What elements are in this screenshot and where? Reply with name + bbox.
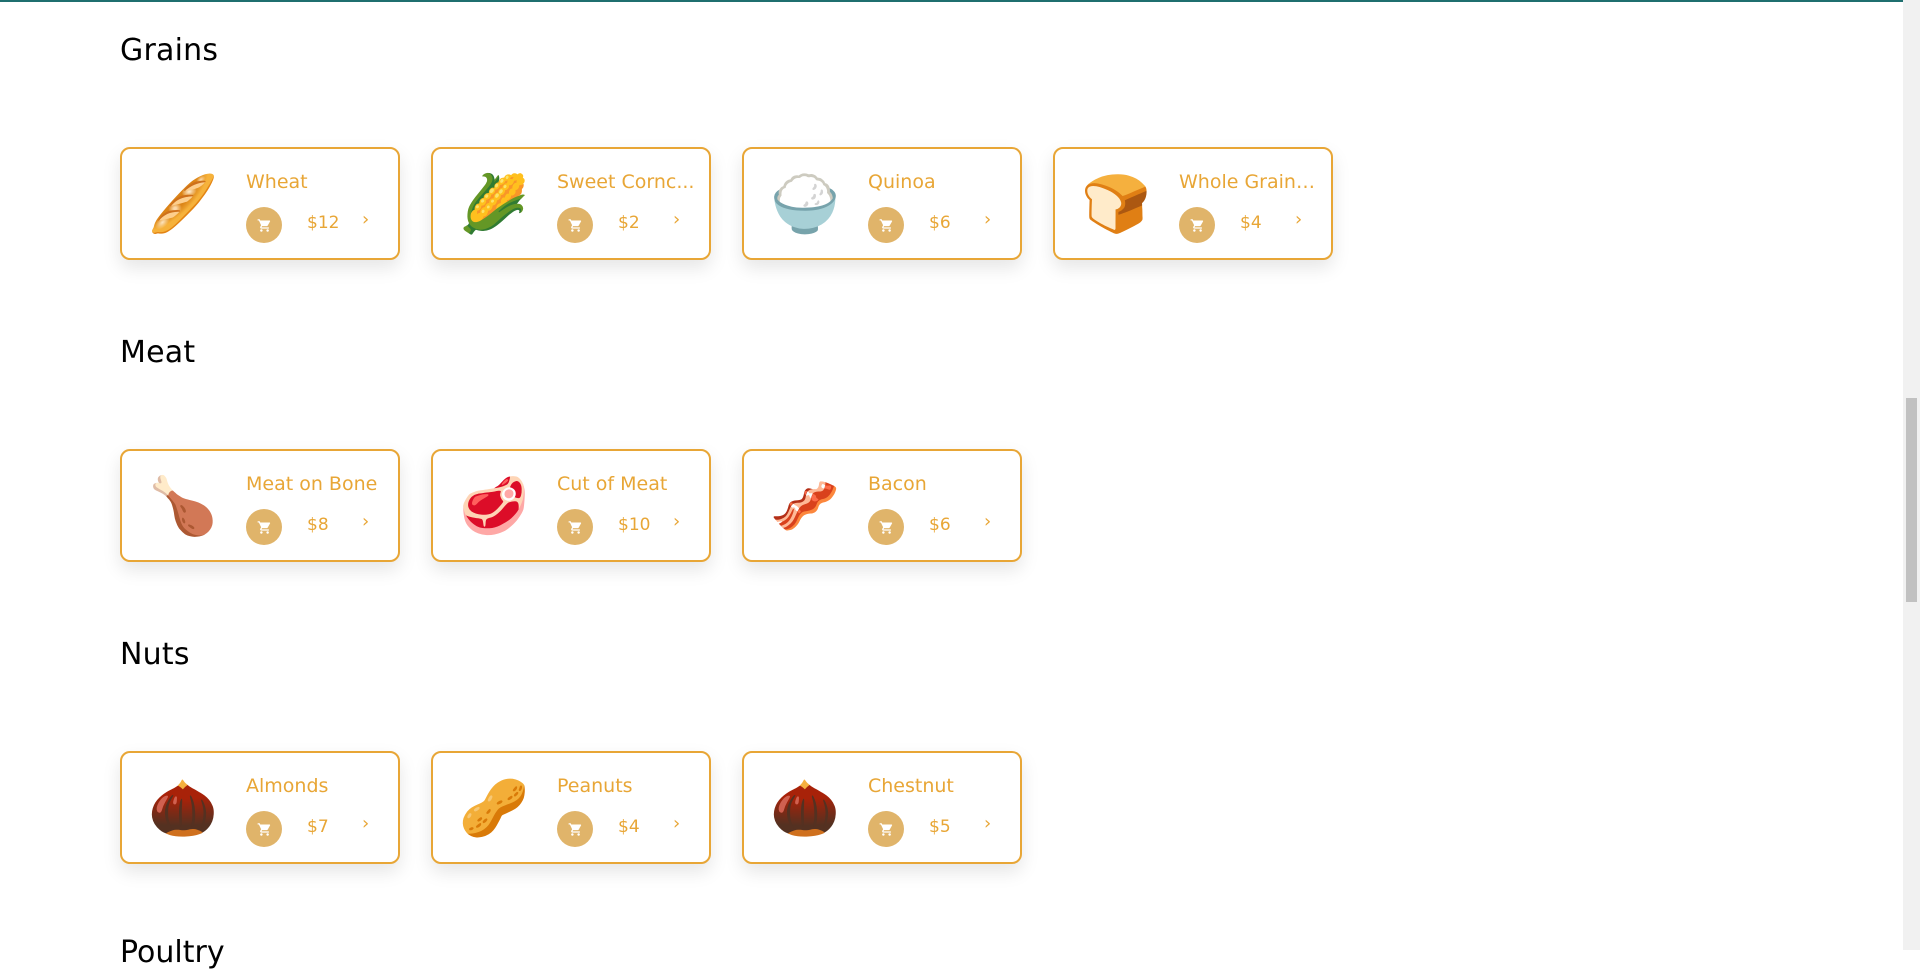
shopping-cart-icon	[879, 218, 892, 232]
shopping-cart-icon	[257, 822, 270, 836]
product-list: 🍗 Meat on Bone $8 › 🥩 Cut of Meat $10 › …	[120, 449, 1022, 562]
product-name: Bacon	[868, 473, 927, 495]
chevron-right-icon[interactable]: ›	[362, 209, 369, 230]
product-name: Cut of Meat	[557, 473, 668, 495]
shopping-cart-icon	[1190, 218, 1203, 232]
add-to-cart-button[interactable]	[246, 811, 282, 847]
product-price: $4	[618, 817, 640, 837]
product-name: Quinoa	[868, 171, 936, 193]
chevron-right-icon[interactable]: ›	[1295, 209, 1302, 230]
chevron-right-icon[interactable]: ›	[362, 813, 369, 834]
product-price: $4	[1240, 213, 1262, 233]
product-card[interactable]: 🌽 Sweet Cornc... $2 ›	[431, 147, 711, 260]
product-price: $2	[618, 213, 640, 233]
add-to-cart-button[interactable]	[557, 509, 593, 545]
chevron-right-icon[interactable]: ›	[673, 813, 680, 834]
add-to-cart-button[interactable]	[246, 509, 282, 545]
chevron-right-icon[interactable]: ›	[673, 209, 680, 230]
product-card[interactable]: 🌰 Almonds $7 ›	[120, 751, 400, 864]
add-to-cart-button[interactable]	[868, 509, 904, 545]
product-price: $5	[929, 817, 951, 837]
product-image: 🌰	[770, 776, 840, 841]
section-title: Grains	[120, 33, 219, 68]
product-name: Sweet Cornc...	[557, 171, 695, 193]
product-name: Whole Grain ...	[1179, 171, 1319, 193]
product-name: Meat on Bone	[246, 473, 378, 495]
product-card[interactable]: 🍗 Meat on Bone $8 ›	[120, 449, 400, 562]
product-name: Wheat	[246, 171, 308, 193]
add-to-cart-button[interactable]	[1179, 207, 1215, 243]
product-name: Chestnut	[868, 775, 954, 797]
product-card[interactable]: 🍞 Whole Grain ... $4 ›	[1053, 147, 1333, 260]
product-card[interactable]: 🥜 Peanuts $4 ›	[431, 751, 711, 864]
product-card[interactable]: 🥩 Cut of Meat $10 ›	[431, 449, 711, 562]
add-to-cart-button[interactable]	[557, 811, 593, 847]
shopping-cart-icon	[879, 822, 892, 836]
chevron-right-icon[interactable]: ›	[362, 511, 369, 532]
product-image: 🥖	[148, 172, 218, 237]
product-price: $12	[307, 213, 340, 233]
section-title-partial: Poultry	[120, 935, 225, 970]
product-image: 🥜	[459, 776, 529, 841]
chevron-right-icon[interactable]: ›	[984, 813, 991, 834]
product-image: 🍗	[148, 474, 218, 539]
shopping-cart-icon	[568, 520, 581, 534]
add-to-cart-button[interactable]	[557, 207, 593, 243]
vertical-scrollbar[interactable]	[1903, 0, 1920, 950]
product-image: 🌰	[148, 776, 218, 841]
shopping-cart-icon	[879, 520, 892, 534]
product-price: $10	[618, 515, 651, 535]
product-image: 🍞	[1081, 172, 1151, 237]
product-price: $8	[307, 515, 329, 535]
product-name: Almonds	[246, 775, 329, 797]
chevron-right-icon[interactable]: ›	[673, 511, 680, 532]
product-price: $7	[307, 817, 329, 837]
product-name: Peanuts	[557, 775, 633, 797]
product-image: 🍚	[770, 172, 840, 237]
product-image: 🥩	[459, 474, 529, 539]
product-list: 🥖 Wheat $12 › 🌽 Sweet Cornc... $2 › 🍚 Qu…	[120, 147, 1333, 260]
top-border	[0, 0, 1920, 2]
product-list: 🌰 Almonds $7 › 🥜 Peanuts $4 › 🌰 Chestnut…	[120, 751, 1022, 864]
shopping-cart-icon	[568, 218, 581, 232]
chevron-right-icon[interactable]: ›	[984, 511, 991, 532]
shopping-cart-icon	[257, 218, 270, 232]
product-price: $6	[929, 515, 951, 535]
section-title: Meat	[120, 335, 196, 370]
product-image: 🥓	[770, 474, 840, 539]
product-price: $6	[929, 213, 951, 233]
product-card[interactable]: 🥖 Wheat $12 ›	[120, 147, 400, 260]
product-card[interactable]: 🌰 Chestnut $5 ›	[742, 751, 1022, 864]
product-image: 🌽	[459, 172, 529, 237]
shopping-cart-icon	[257, 520, 270, 534]
product-card[interactable]: 🥓 Bacon $6 ›	[742, 449, 1022, 562]
shopping-cart-icon	[568, 822, 581, 836]
add-to-cart-button[interactable]	[868, 811, 904, 847]
product-card[interactable]: 🍚 Quinoa $6 ›	[742, 147, 1022, 260]
add-to-cart-button[interactable]	[868, 207, 904, 243]
scrollbar-thumb[interactable]	[1906, 398, 1917, 602]
section-title: Nuts	[120, 637, 190, 672]
add-to-cart-button[interactable]	[246, 207, 282, 243]
chevron-right-icon[interactable]: ›	[984, 209, 991, 230]
